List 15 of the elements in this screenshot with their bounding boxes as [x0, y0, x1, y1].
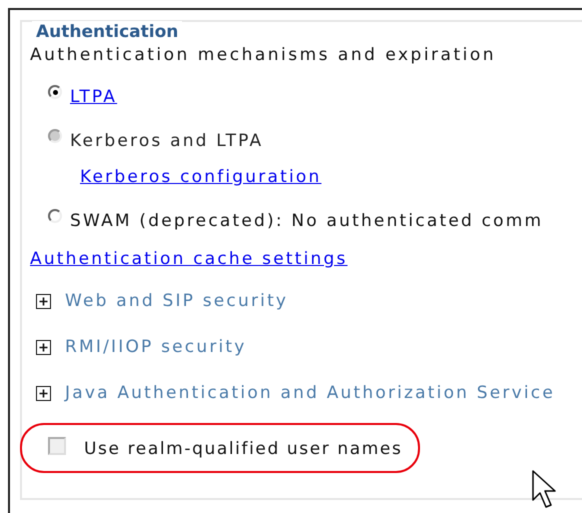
section-description: Authentication mechanisms and expiration — [30, 45, 498, 65]
mouse-pointer-icon — [532, 470, 558, 510]
expandable-section-link[interactable]: Web and SIP security — [65, 291, 288, 311]
radio-button[interactable] — [48, 209, 62, 223]
option-link[interactable]: LTPA — [70, 87, 118, 107]
cache-settings-link[interactable]: Authentication cache settings — [30, 249, 348, 269]
option-label: SWAM (deprecated): No authenticated comm — [70, 211, 544, 231]
expandable-section-link[interactable]: Java Authentication and Authorization Service — [65, 383, 555, 403]
expand-plus-icon[interactable] — [36, 340, 51, 354]
expand-plus-icon[interactable] — [36, 294, 51, 308]
radio-button[interactable] — [48, 85, 62, 99]
option-label: Kerberos and LTPA — [70, 131, 264, 151]
expand-plus-icon[interactable] — [36, 386, 51, 400]
checkbox-label: Use realm-qualified user names — [84, 439, 402, 459]
expandable-section-link[interactable]: RMI/IIOP security — [65, 337, 247, 357]
